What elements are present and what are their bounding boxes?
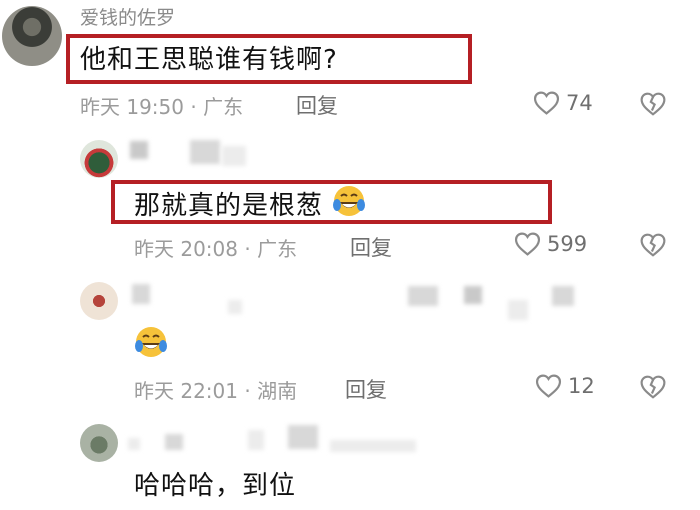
blurred-username (288, 425, 318, 449)
avatar[interactable] (2, 6, 62, 66)
comment-text: 他和王思聪谁有钱啊? (80, 45, 338, 75)
blurred-username (130, 141, 148, 159)
blurred-username (248, 430, 264, 450)
dislike-heart-icon[interactable] (640, 375, 666, 399)
comment-text: 哈哈哈，到位 (134, 471, 297, 501)
heart-icon[interactable] (535, 374, 562, 398)
blurred-username (228, 300, 242, 314)
comment-text: 那就真的是根葱 (134, 191, 324, 221)
comment-meta: 昨天 22:01 · 湖南 (134, 379, 298, 403)
avatar[interactable] (80, 424, 118, 462)
blurred-username (190, 140, 220, 164)
blurred-username (464, 286, 482, 304)
blurred-username (132, 284, 150, 304)
like-count: 74 (566, 91, 593, 115)
laughing-tears-emoji (333, 186, 365, 216)
laughing-tears-emoji (135, 327, 167, 357)
comment-meta: 昨天 20:08 · 广东 (134, 237, 298, 261)
like-count: 599 (547, 232, 588, 256)
blurred-username (165, 434, 183, 450)
dislike-heart-icon[interactable] (640, 233, 666, 257)
avatar[interactable] (80, 140, 118, 178)
avatar[interactable] (80, 282, 118, 320)
blurred-username (128, 438, 140, 450)
comment-meta: 昨天 19:50 · 广东 (80, 95, 244, 119)
blurred-username (508, 300, 528, 320)
comment-username[interactable]: 爱钱的佐罗 (80, 3, 175, 30)
heart-icon[interactable] (533, 91, 560, 115)
heart-icon[interactable] (514, 232, 541, 256)
reply-button[interactable]: 回复 (296, 90, 338, 120)
blurred-username (330, 440, 416, 452)
blurred-username (222, 146, 246, 166)
like-count: 12 (568, 374, 595, 398)
reply-button[interactable]: 回复 (345, 374, 387, 404)
blurred-username (408, 286, 438, 306)
reply-button[interactable]: 回复 (350, 232, 392, 262)
blurred-username (552, 286, 574, 306)
dislike-heart-icon[interactable] (640, 92, 666, 116)
